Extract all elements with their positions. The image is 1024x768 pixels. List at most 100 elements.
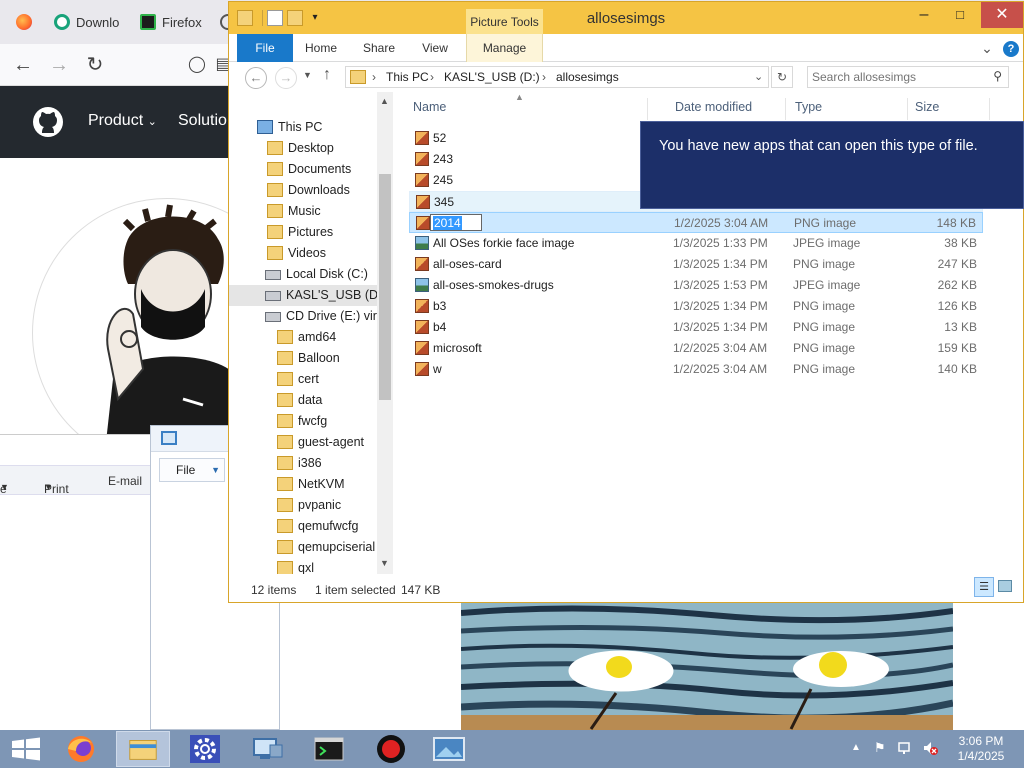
- tab-firefox[interactable]: Firefox: [130, 8, 204, 36]
- network-icon[interactable]: [898, 740, 914, 756]
- column-header-type[interactable]: Type: [795, 100, 822, 114]
- up-icon[interactable]: ↑: [323, 66, 331, 84]
- nav-item[interactable]: Pictures: [229, 222, 377, 243]
- nav-item[interactable]: Videos: [229, 243, 377, 264]
- help-icon[interactable]: ?: [1001, 34, 1021, 62]
- system-clock[interactable]: 3:06 PM 1/4/2025: [952, 734, 1010, 764]
- file-row[interactable]: All OSes forkie face image 1/3/2025 1:33 …: [409, 233, 983, 254]
- nav-item[interactable]: Downloads: [229, 180, 377, 201]
- navigation-scrollbar[interactable]: ▲ ▼: [377, 92, 393, 574]
- close-icon[interactable]: ✕: [981, 2, 1023, 28]
- file-date: 1/3/2025 1:34 PM: [673, 257, 768, 271]
- nav-item[interactable]: fwcfg: [229, 411, 377, 432]
- volume-muted-icon[interactable]: [922, 740, 938, 756]
- nav-item[interactable]: Music: [229, 201, 377, 222]
- details-view-icon[interactable]: ☰: [974, 577, 994, 597]
- file-row[interactable]: b4 1/3/2025 1:34 PM PNG image 13 KB: [409, 317, 983, 338]
- tab-more[interactable]: [210, 8, 230, 36]
- email-button[interactable]: E-mail: [108, 474, 142, 488]
- tab-view[interactable]: View: [415, 34, 455, 62]
- scroll-up-icon[interactable]: ▲: [380, 96, 389, 106]
- column-header-size[interactable]: Size: [915, 100, 939, 114]
- screen-recorder-icon[interactable]: [364, 731, 418, 767]
- photo-viewer-icon[interactable]: [422, 731, 476, 767]
- nav-item[interactable]: Documents: [229, 159, 377, 180]
- file-menu-button[interactable]: File ▼: [159, 458, 225, 482]
- nav-product[interactable]: Product ⌄: [88, 112, 157, 130]
- breadcrumb-usb-drive[interactable]: KASL'S_USB (D:): [444, 70, 540, 84]
- nav-item[interactable]: KASL'S_USB (D:): [229, 285, 377, 306]
- remote-desktop-icon[interactable]: [240, 731, 294, 767]
- tab-manage[interactable]: Manage: [466, 34, 543, 62]
- search-input[interactable]: [812, 69, 982, 85]
- nav-item[interactable]: Balloon: [229, 348, 377, 369]
- settings-gear-icon[interactable]: [178, 731, 232, 767]
- tab-home[interactable]: Home: [301, 34, 341, 62]
- show-hidden-icons-icon[interactable]: ▲: [848, 740, 864, 756]
- nav-solutions[interactable]: Solutio: [178, 112, 227, 130]
- column-separator[interactable]: [647, 98, 648, 120]
- minimize-icon[interactable]: –: [907, 2, 941, 28]
- terminal-taskbar-icon[interactable]: [302, 731, 356, 767]
- nav-item[interactable]: Desktop: [229, 138, 377, 159]
- breadcrumb-separator-icon[interactable]: ›: [372, 70, 376, 84]
- column-separator[interactable]: [989, 98, 990, 120]
- reload-icon[interactable]: ↻: [82, 52, 108, 78]
- nav-item[interactable]: guest-agent: [229, 432, 377, 453]
- nav-item[interactable]: This PC: [229, 117, 377, 138]
- new-apps-notification[interactable]: You have new apps that can open this typ…: [640, 121, 1024, 209]
- breadcrumb-allosesimgs[interactable]: allosesimgs: [556, 70, 619, 84]
- nav-item[interactable]: data: [229, 390, 377, 411]
- action-center-flag-icon[interactable]: ⚑: [874, 740, 890, 756]
- nav-item[interactable]: pvpanic: [229, 495, 377, 516]
- nav-item[interactable]: NetKVM: [229, 474, 377, 495]
- column-separator[interactable]: [785, 98, 786, 120]
- file-row[interactable]: b3 1/3/2025 1:34 PM PNG image 126 KB: [409, 296, 983, 317]
- explorer-titlebar[interactable]: ▾ Picture Tools allosesimgs – □ ✕: [229, 2, 1023, 35]
- column-separator[interactable]: [907, 98, 908, 120]
- nav-item[interactable]: amd64: [229, 327, 377, 348]
- file-explorer-taskbar-icon[interactable]: [116, 731, 170, 767]
- column-header-date-modified[interactable]: Date modified: [675, 100, 752, 114]
- refresh-icon[interactable]: ↻: [771, 66, 793, 88]
- forward-icon[interactable]: →: [275, 67, 297, 89]
- back-icon[interactable]: ←: [245, 67, 267, 89]
- expand-ribbon-icon[interactable]: ⌄: [977, 34, 997, 62]
- breadcrumb-separator-icon[interactable]: ›: [430, 70, 434, 84]
- nav-item[interactable]: CD Drive (E:) virti: [229, 306, 377, 327]
- address-bar[interactable]: › This PC › KASL'S_USB (D:) › allosesimg…: [345, 66, 769, 88]
- nav-item[interactable]: Local Disk (C:): [229, 264, 377, 285]
- breadcrumb-this-pc[interactable]: This PC: [386, 70, 429, 84]
- github-logo-icon[interactable]: [32, 106, 64, 138]
- file-row[interactable]: all-oses-smokes-drugs 1/3/2025 1:53 PM JPE…: [409, 275, 983, 296]
- chevron-down-icon[interactable]: ⌄: [754, 70, 763, 83]
- nav-item[interactable]: qemupciserial: [229, 537, 377, 558]
- search-box[interactable]: ⚲: [807, 66, 1009, 88]
- nav-item[interactable]: cert: [229, 369, 377, 390]
- start-button-windows-icon[interactable]: [0, 731, 54, 767]
- nav-item[interactable]: qxl: [229, 558, 377, 574]
- tab-firefox-home[interactable]: [6, 8, 40, 36]
- back-icon[interactable]: ←: [10, 52, 36, 78]
- file-row[interactable]: w 1/2/2025 3:04 AM PNG image 140 KB: [409, 359, 983, 380]
- nav-item[interactable]: qemufwcfg: [229, 516, 377, 537]
- maximize-icon[interactable]: □: [943, 2, 977, 28]
- column-header-name[interactable]: Name: [413, 100, 446, 114]
- shield-icon[interactable]: ◯: [184, 52, 210, 78]
- tab-downloads[interactable]: Downlo: [44, 8, 128, 36]
- file-name: all-oses-card: [433, 257, 502, 271]
- large-icons-view-icon[interactable]: [998, 580, 1012, 592]
- nav-item[interactable]: i386: [229, 453, 377, 474]
- scroll-down-icon[interactable]: ▼: [380, 558, 389, 568]
- tab-file[interactable]: File: [237, 34, 293, 62]
- file-row[interactable]: microsoft 1/2/2025 3:04 AM PNG image 159 KB: [409, 338, 983, 359]
- recent-locations-icon[interactable]: ▼: [303, 70, 312, 80]
- breadcrumb-separator-icon[interactable]: ›: [542, 70, 546, 84]
- forward-icon[interactable]: →: [46, 52, 72, 78]
- tab-share[interactable]: Share: [357, 34, 401, 62]
- file-row[interactable]: 2014 1/2/2025 3:04 AM PNG image 148 KB: [409, 212, 983, 233]
- firefox-taskbar-icon[interactable]: [54, 731, 108, 767]
- file-row[interactable]: all-oses-card 1/3/2025 1:34 PM PNG image 24…: [409, 254, 983, 275]
- rename-input[interactable]: 2014: [430, 214, 482, 231]
- scrollbar-thumb[interactable]: [379, 174, 391, 400]
